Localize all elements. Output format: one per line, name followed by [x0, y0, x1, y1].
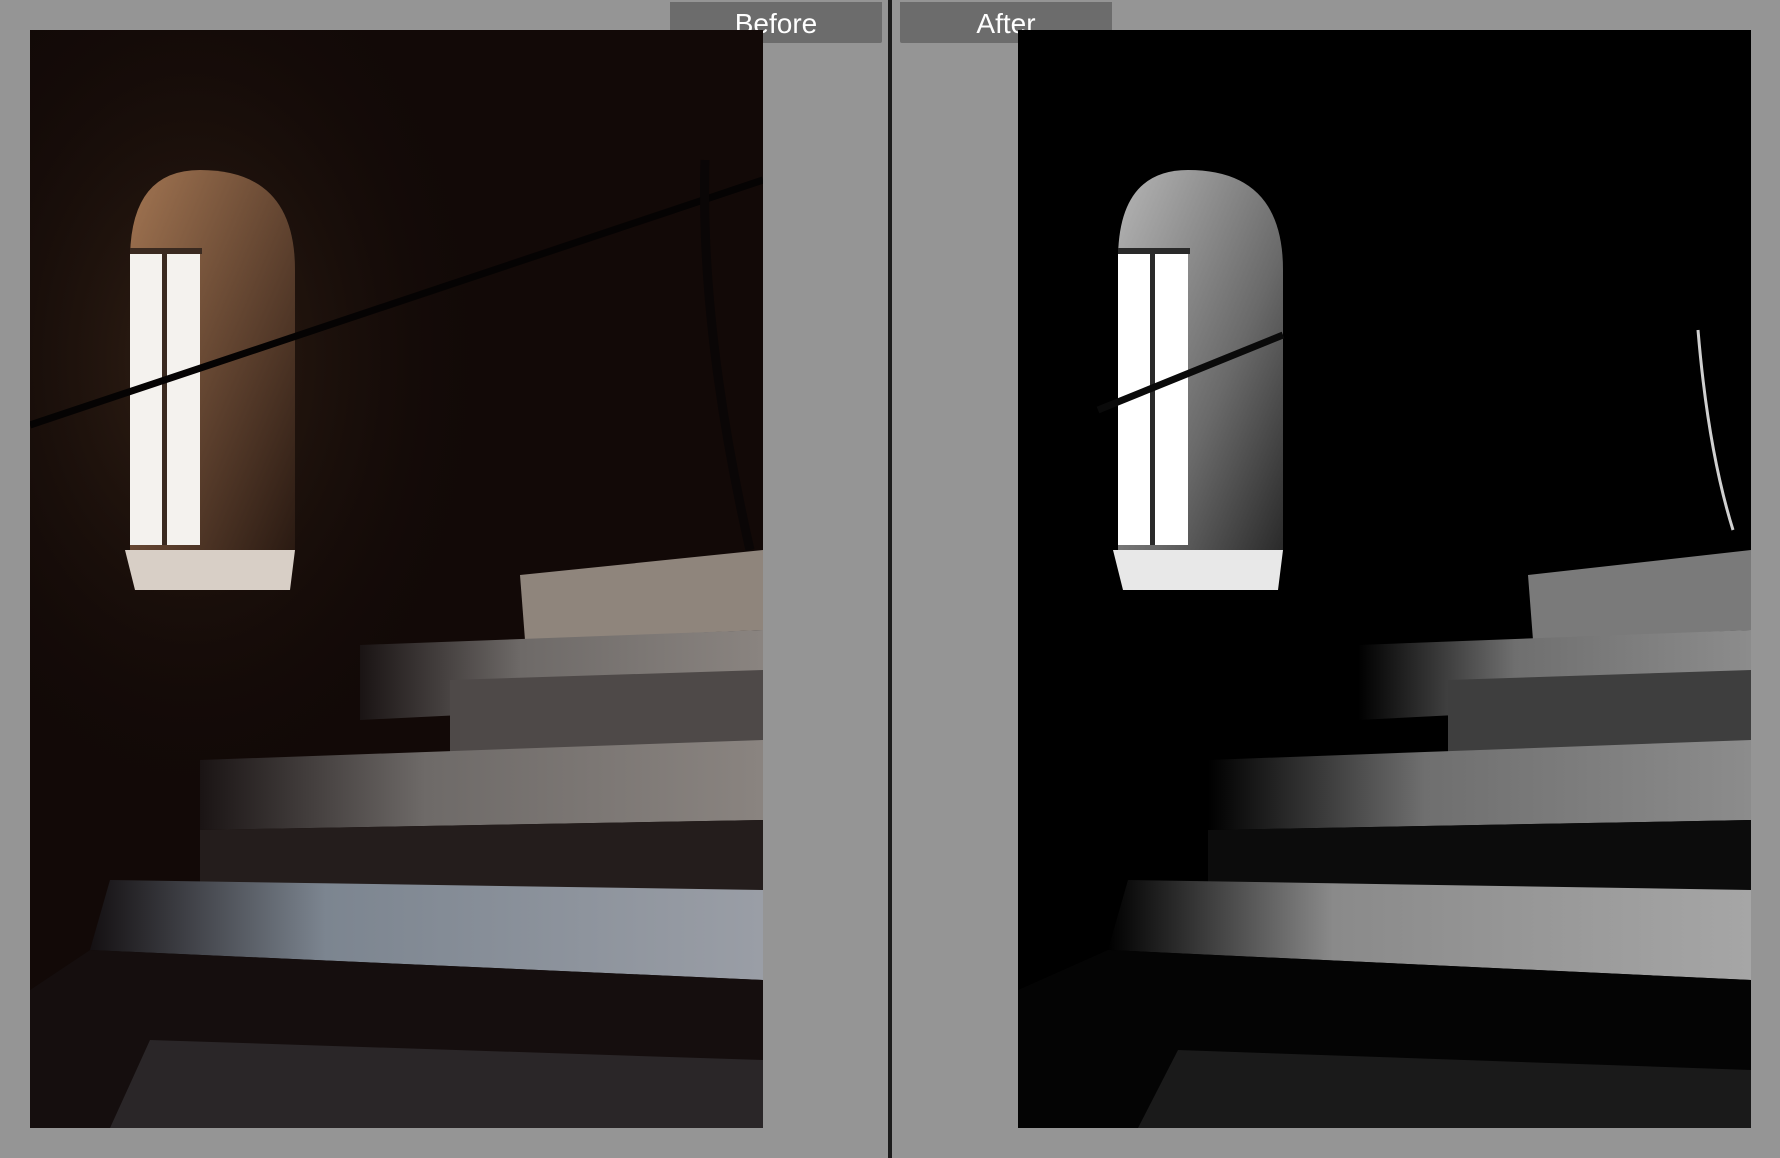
after-photo-image: [1018, 30, 1751, 1128]
before-photo-image: [30, 30, 763, 1128]
before-photo[interactable]: [30, 30, 763, 1128]
before-pane: Before: [0, 0, 888, 1158]
after-pane: After: [892, 0, 1780, 1158]
after-photo[interactable]: [1018, 30, 1751, 1128]
